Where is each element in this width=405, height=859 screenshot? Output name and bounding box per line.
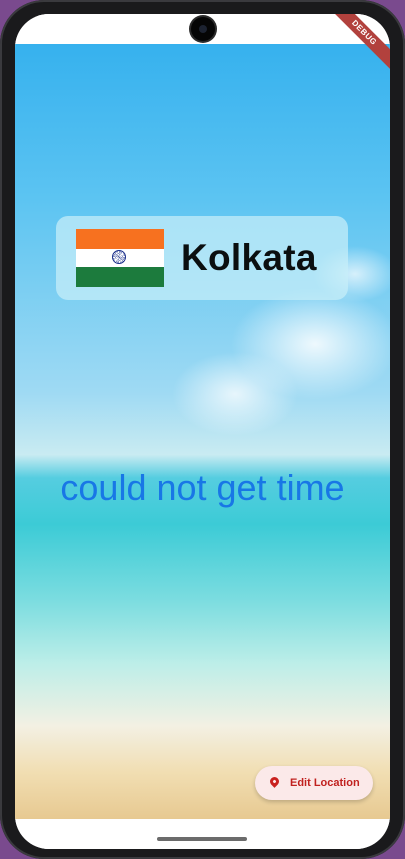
edit-location-label: Edit Location — [290, 777, 360, 789]
phone-frame: Kolkata could not get time Edit Location… — [0, 0, 405, 859]
flag-green-band — [76, 267, 164, 287]
front-camera — [191, 17, 215, 41]
location-card: Kolkata — [56, 216, 348, 300]
app-screen: Kolkata could not get time Edit Location… — [15, 14, 390, 849]
location-pin-icon — [268, 775, 281, 788]
flag-saffron-band — [76, 229, 164, 249]
navigation-bar — [15, 819, 390, 849]
india-flag-icon — [76, 229, 164, 287]
city-name: Kolkata — [181, 237, 317, 278]
beach-background-image — [15, 44, 390, 819]
edit-location-button[interactable]: Edit Location — [255, 766, 373, 800]
time-status-text: could not get time — [60, 467, 345, 508]
home-indicator[interactable] — [157, 837, 247, 841]
ashoka-chakra-icon — [112, 250, 126, 264]
